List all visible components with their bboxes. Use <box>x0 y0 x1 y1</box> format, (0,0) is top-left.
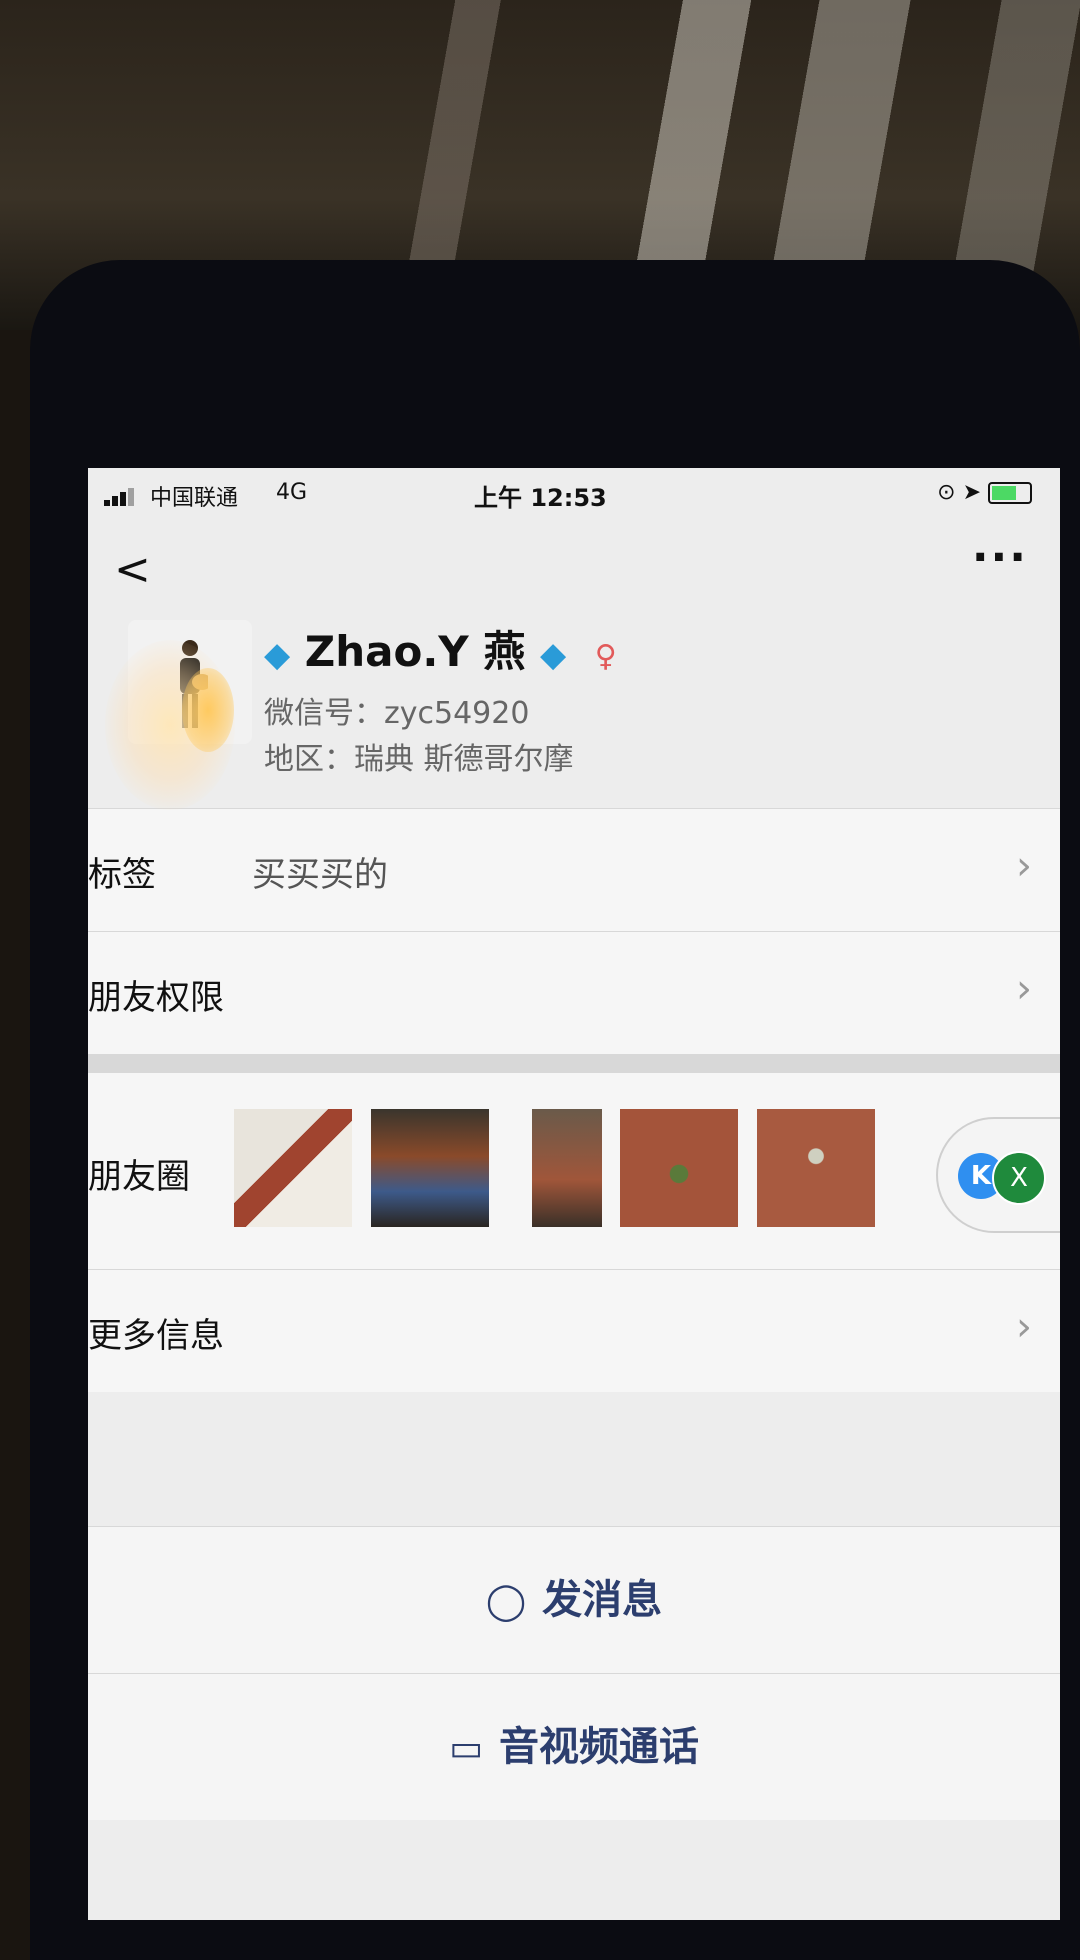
av-call-label: 音视频通话 <box>499 1724 699 1770</box>
action-buttons: ◯ 发消息 ▭ 音视频通话 <box>88 1526 1060 1820</box>
moments-thumbnail <box>620 1109 739 1227</box>
network-type: 4G <box>276 480 308 505</box>
diamond-icon: ◆ <box>264 635 291 675</box>
moments-thumbnail <box>757 1109 876 1227</box>
send-message-label: 发消息 <box>542 1577 663 1623</box>
female-icon: ♀ <box>594 639 617 674</box>
video-camera-icon: ▭ <box>448 1728 483 1769</box>
moments-cell[interactable]: 朋友圈 K X <box>88 1072 1060 1269</box>
chat-bubble-icon: ◯ <box>485 1581 527 1622</box>
moments-label: 朋友圈 <box>88 1157 190 1197</box>
rotation-lock-icon: ⊙ <box>937 480 956 505</box>
wechat-id: 微信号：zyc54920 <box>264 696 530 731</box>
section-divider <box>88 1054 1060 1072</box>
more-info-label: 更多信息 <box>88 1316 224 1356</box>
status-bar: 中国联通 4G 上午 12:53 ⊙ ➤ <box>88 468 1060 526</box>
profile-name: Zhao.Y 燕 <box>304 627 526 676</box>
moments-thumbnails <box>234 1109 883 1229</box>
friend-permission-cell[interactable]: 朋友权限 › <box>88 931 1060 1054</box>
moments-thumbnail <box>531 1109 602 1227</box>
tags-cell[interactable]: 标签 买买买的 › <box>88 808 1060 931</box>
navigation-bar: < ··· <box>88 526 1060 616</box>
signal-icon <box>104 486 138 506</box>
send-message-button[interactable]: ◯ 发消息 <box>88 1526 1060 1673</box>
chevron-right-icon: › <box>1016 966 1032 1012</box>
chevron-right-icon: › <box>1016 1304 1032 1350</box>
battery-icon <box>988 482 1032 504</box>
moments-thumbnail <box>370 1109 489 1227</box>
light-glare-spot <box>182 668 234 752</box>
back-icon[interactable]: < <box>114 544 151 595</box>
moments-thumbnail <box>234 1109 352 1227</box>
region: 地区：瑞典 斯德哥尔摩 <box>264 742 574 777</box>
av-call-button[interactable]: ▭ 音视频通话 <box>88 1673 1060 1820</box>
phone-screen: 中国联通 4G 上午 12:53 ⊙ ➤ < ··· ◆ Zhao.Y 燕 ◆ … <box>88 468 1060 1920</box>
profile-cells: 标签 买买买的 › 朋友权限 › 朋友圈 K X 更多信息 › <box>88 808 1060 1392</box>
app-x-icon[interactable]: X <box>992 1151 1046 1205</box>
floating-app-bubble[interactable]: K X <box>936 1117 1060 1233</box>
more-dots-icon[interactable]: ··· <box>972 532 1028 583</box>
chevron-right-icon: › <box>1016 843 1032 889</box>
tags-label: 标签 <box>88 855 156 895</box>
profile-name-row: ◆ Zhao.Y 燕 ◆ ♀ <box>264 618 617 679</box>
carrier-name: 中国联通 <box>150 486 239 511</box>
more-info-cell[interactable]: 更多信息 › <box>88 1269 1060 1392</box>
friend-permission-label: 朋友权限 <box>88 978 224 1018</box>
location-icon: ➤ <box>962 480 981 505</box>
diamond-icon: ◆ <box>539 635 567 675</box>
status-icons: ⊙ ➤ <box>937 480 1032 505</box>
tags-value: 买买买的 <box>252 855 388 895</box>
clock: 上午 12:53 <box>474 484 607 512</box>
